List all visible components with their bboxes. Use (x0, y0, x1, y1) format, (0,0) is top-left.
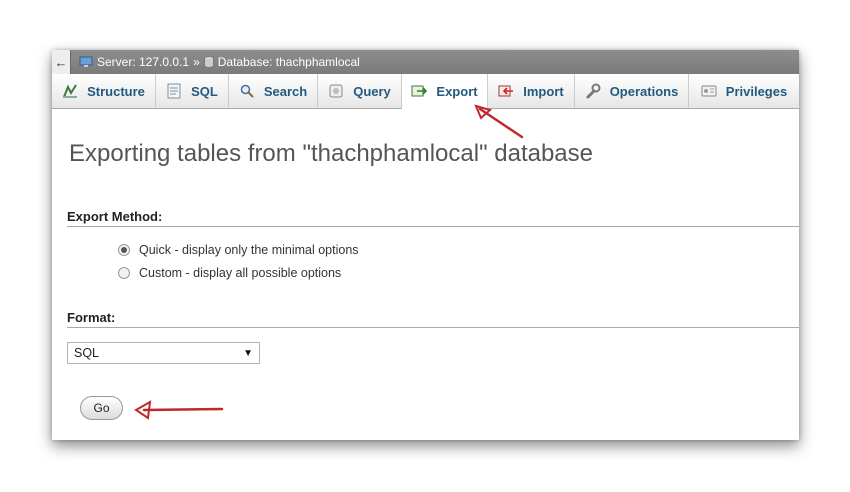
server-label: Server: 127.0.0.1 (97, 55, 190, 69)
annotation-arrow-export-icon (474, 104, 524, 139)
tab-sql[interactable]: SQL (156, 74, 229, 108)
radio-custom[interactable]: Custom - display all possible options (118, 266, 341, 280)
format-select-value: SQL (74, 346, 100, 360)
format-select[interactable]: SQL ▼ (67, 342, 260, 364)
radio-custom-label: Custom - display all possible options (139, 266, 342, 280)
radio-quick-label: Quick - display only the minimal options (139, 243, 359, 257)
breadcrumb-database[interactable]: Database: thachphamlocal (203, 55, 360, 69)
tab-operations-label: Operations (609, 83, 679, 99)
search-icon (239, 83, 255, 99)
chevron-down-icon: ▼ (243, 347, 253, 359)
server-icon (79, 56, 93, 68)
back-button[interactable]: ← (52, 50, 71, 74)
breadcrumb-separator: » (193, 55, 200, 69)
annotation-arrow-go-icon (134, 400, 224, 420)
query-icon (328, 83, 344, 99)
database-label: Database: thachphamlocal (217, 55, 360, 69)
radio-custom-button[interactable] (118, 267, 130, 279)
breadcrumb: ← Server: 127.0.0.1 » Database: thachpha… (52, 50, 799, 74)
tab-operations[interactable]: Operations (575, 74, 689, 108)
sql-icon (166, 83, 182, 99)
tab-privileges-label: Privileges (725, 83, 788, 99)
tab-structure[interactable]: Structure (52, 74, 156, 108)
tab-export-label: Export (436, 83, 478, 99)
format-heading: Format: (67, 310, 799, 328)
tab-sql-label: SQL (191, 83, 218, 99)
tab-query[interactable]: Query (318, 74, 402, 108)
structure-icon (62, 83, 78, 99)
radio-quick-button[interactable] (118, 244, 130, 256)
radio-quick[interactable]: Quick - display only the minimal options (118, 243, 359, 257)
export-icon (411, 83, 428, 99)
privileges-icon (701, 83, 717, 99)
tab-privileges[interactable]: Privileges (689, 74, 799, 108)
tab-structure-label: Structure (87, 83, 145, 99)
database-icon (203, 56, 214, 68)
breadcrumb-server[interactable]: Server: 127.0.0.1 (79, 55, 189, 69)
tab-search-label: Search (263, 83, 308, 99)
tab-search[interactable]: Search (229, 74, 318, 108)
wrench-icon (585, 83, 601, 99)
export-method-heading: Export Method: (67, 209, 799, 227)
tab-import-label: Import (523, 83, 564, 99)
phpmyadmin-window: ← Server: 127.0.0.1 » Database: thachpha… (52, 50, 799, 440)
go-button[interactable]: Go (80, 396, 123, 420)
tab-bar: Structure SQL Search Query Export Import… (52, 74, 799, 109)
tab-query-label: Query (353, 83, 391, 99)
import-icon (498, 83, 514, 99)
